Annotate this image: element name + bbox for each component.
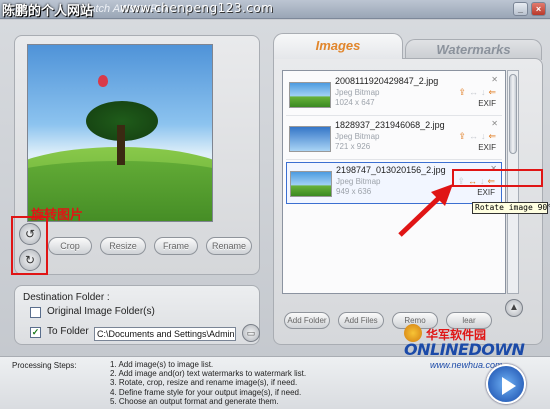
step-item: 2. Add image and(or) text watermarks to … <box>110 369 307 379</box>
rotate-annotation: 旋转图片 <box>31 208 84 223</box>
list-item[interactable]: 1828937_231946068_2.jpg Jpeg Bitmap 721 … <box>286 118 502 160</box>
rotate-90-icon[interactable]: ⇪ <box>458 131 466 142</box>
thumbnail <box>290 171 332 197</box>
remove-item-icon[interactable]: ✕ <box>491 119 498 128</box>
step-item: 4. Define frame style for your output im… <box>110 387 302 397</box>
rotate-left-small-icon[interactable]: ⇐ <box>488 131 496 142</box>
original-folder-checkbox[interactable] <box>30 307 41 318</box>
resize-button[interactable]: Resize <box>100 237 146 255</box>
destination-folder-panel: Destination Folder : Original Image Fold… <box>14 285 260 345</box>
move-up-button[interactable]: ▲ <box>505 299 523 317</box>
thumbnail <box>289 82 331 108</box>
rotate-buttons-highlight <box>11 216 48 275</box>
tab-images[interactable]: Images <box>273 33 403 59</box>
step-item: 3. Rotate, crop, resize and rename image… <box>110 378 298 388</box>
rotate-controls: ⇪ ↔ ↓ ⇐ <box>458 87 496 98</box>
file-dimensions: 721 x 926 <box>335 142 371 151</box>
rotate-down-icon[interactable]: ↓ <box>481 131 486 142</box>
add-files-button[interactable]: Add Files <box>338 312 384 329</box>
frame-button[interactable]: Frame <box>154 237 198 255</box>
to-folder-checkbox[interactable]: ✓ <box>30 327 41 338</box>
crop-button[interactable]: Crop <box>48 237 92 255</box>
window-controls: _ × <box>513 2 546 16</box>
add-folder-button[interactable]: Add Folder <box>284 312 330 329</box>
rotate-down-icon[interactable]: ↓ <box>481 87 486 98</box>
file-name: 2198747_013020156_2.jpg <box>336 165 446 175</box>
minimize-button[interactable]: _ <box>513 2 528 16</box>
rotate-left-small-icon[interactable]: ⇐ <box>488 87 496 98</box>
file-name: 2008111920429847_2.jpg <box>335 76 439 86</box>
exif-label[interactable]: EXIF <box>478 143 496 152</box>
file-name: 1828937_231946068_2.jpg <box>335 120 445 130</box>
rotate-tooltip: Rotate image 90° <box>472 202 550 214</box>
original-folder-label: Original Image Folder(s) <box>47 306 155 317</box>
flip-icon[interactable]: ↔ <box>469 131 478 142</box>
red-pointer-arrow <box>398 184 453 237</box>
arrow-up-icon: ▲ <box>509 302 519 313</box>
close-window-button[interactable]: × <box>531 2 546 16</box>
folder-icon: ▭ <box>246 328 256 338</box>
list-item[interactable]: 2008111920429847_2.jpg Jpeg Bitmap 1024 … <box>286 74 502 116</box>
title-bar: Batch Artisan Pro 陈鹏的个人网站 www.chenpeng12… <box>0 0 550 19</box>
to-folder-label: To Folder <box>47 326 89 337</box>
step-item: 5. Choose an output format and generate … <box>110 396 279 406</box>
image-preview <box>27 44 213 222</box>
browse-folder-button[interactable]: ▭ <box>242 324 260 342</box>
destination-label: Destination Folder : <box>23 292 110 303</box>
file-dimensions: 1024 x 647 <box>335 98 375 107</box>
watermark-url: www.chenpeng123.com <box>120 1 274 15</box>
file-type: Jpeg Bitmap <box>335 88 380 97</box>
file-type: Jpeg Bitmap <box>335 132 380 141</box>
file-type: Jpeg Bitmap <box>336 177 381 186</box>
remove-item-icon[interactable]: ✕ <box>491 75 498 84</box>
file-dimensions: 949 x 636 <box>336 187 372 196</box>
watermark-cn: 陈鹏的个人网站 <box>2 4 94 19</box>
rotate-controls: ⇪ ↔ ↓ ⇐ <box>458 131 496 142</box>
logo-en: ONLINEDOWN <box>404 340 525 359</box>
flip-icon[interactable]: ↔ <box>469 87 478 98</box>
exif-label[interactable]: EXIF <box>477 188 495 197</box>
rotate-90-icon[interactable]: ⇪ <box>458 87 466 98</box>
scrollbar-thumb[interactable] <box>509 74 517 154</box>
exif-label[interactable]: EXIF <box>478 99 496 108</box>
steps-title: Processing Steps: <box>12 361 77 370</box>
folder-path-field[interactable]: C:\Documents and Settings\Administra <box>94 327 236 341</box>
generate-button[interactable] <box>486 364 526 404</box>
play-icon <box>502 377 516 395</box>
step-item: 1. Add image(s) to image list. <box>110 360 214 369</box>
thumbnail <box>289 126 331 152</box>
tab-watermarks[interactable]: Watermarks <box>405 39 542 60</box>
rotate-icons-highlight <box>452 169 543 187</box>
balloon-image-detail <box>98 75 108 87</box>
rename-button[interactable]: Rename <box>206 237 252 255</box>
steps-list: 1. Add image(s) to image list. 2. Add im… <box>110 360 306 406</box>
